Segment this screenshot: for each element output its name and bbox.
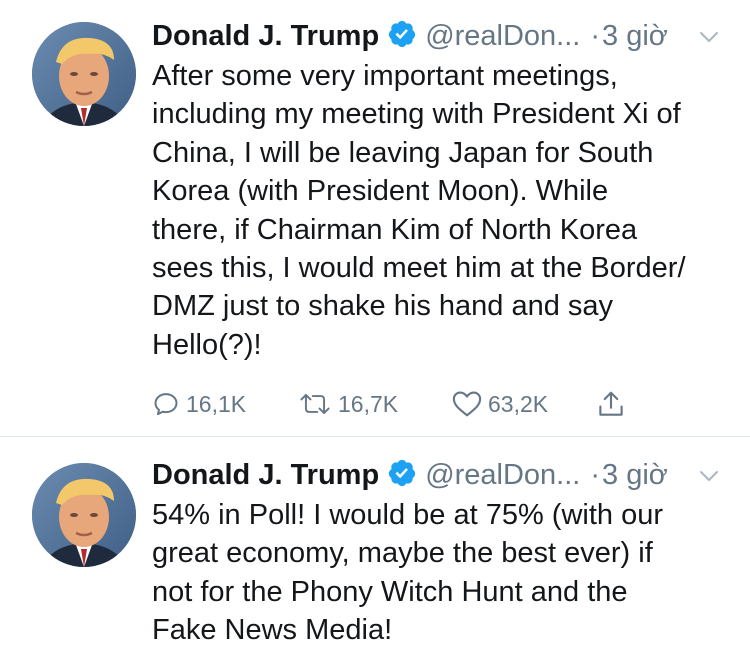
avatar[interactable] <box>32 463 136 567</box>
author-handle[interactable]: @realDon... <box>425 20 580 52</box>
share-button[interactable] <box>596 384 632 424</box>
author-handle[interactable]: @realDon... <box>425 459 580 491</box>
tweet-text-line: 54% in Poll! I would be at 75% (with our <box>152 499 663 531</box>
tweet-text-line: Fake News Media! <box>152 614 393 647</box>
retweet-button[interactable]: 16,7K <box>298 384 398 424</box>
retweet-count: 16,7K <box>338 390 399 417</box>
tweet-actions: 16,1K 16,7K 63,2K <box>152 384 732 424</box>
tweet-text-line: not for the Phony Witch Hunt and the <box>152 575 628 608</box>
tweet-text-line: Hello(?)! <box>152 328 262 361</box>
tweet-content: Donald J. Trump @realDon... ·3 giờ After s… <box>152 14 732 424</box>
tweet-text-line: China, I will be leaving Japan for South <box>152 136 654 169</box>
tweet-content: Donald J. Trump @realDon... ·3 giờ 54% in … <box>152 453 732 650</box>
chevron-down-icon[interactable] <box>698 465 720 487</box>
tweet-text-line: sees this, I would meet him at the Borde… <box>152 252 686 285</box>
tweet-text-line: great economy, maybe the best ever) if <box>152 537 653 570</box>
author-name[interactable]: Donald J. Trump <box>152 20 379 52</box>
chevron-down-icon[interactable] <box>698 26 720 48</box>
tweet-text: After some very important meetings, incl… <box>152 57 732 364</box>
avatar[interactable] <box>32 22 136 126</box>
tweet-text: 54% in Poll! I would be at 75% (with our… <box>152 496 732 650</box>
tweet-text-line: there, if Chairman Kim of North Korea <box>152 213 638 246</box>
tweet-text-line: After some very important meetings, <box>152 60 618 92</box>
tweet-text-line: Korea (with President Moon). While <box>152 175 609 208</box>
tweet-text-line: DMZ just to shake his hand and say <box>152 290 614 323</box>
separator-dot: · <box>590 459 601 491</box>
reply-icon <box>154 393 178 416</box>
reply-button[interactable]: 16,1K <box>152 384 246 424</box>
separator-dot: · <box>590 20 601 52</box>
heart-icon <box>452 391 482 417</box>
verified-badge-icon <box>389 460 416 487</box>
tweet-text-line: including my meeting with President Xi o… <box>152 98 681 131</box>
reply-count: 16,1K <box>186 390 247 417</box>
author-name[interactable]: Donald J. Trump <box>152 459 379 491</box>
like-count: 63,2K <box>488 390 549 417</box>
timestamp[interactable]: 3 giờ <box>602 20 668 52</box>
tweet-header: Donald J. Trump @realDon... ·3 giờ <box>152 14 732 58</box>
share-icon <box>599 391 623 416</box>
timestamp[interactable]: 3 giờ <box>602 459 668 491</box>
verified-badge-icon <box>389 21 416 48</box>
tweet-header: Donald J. Trump @realDon... ·3 giờ <box>152 453 732 497</box>
tweet[interactable]: Donald J. Trump @realDon... ·3 giờ After s… <box>0 0 750 437</box>
tweet[interactable]: Donald J. Trump @realDon... ·3 giờ 54% in … <box>0 437 750 661</box>
like-button[interactable]: 63,2K <box>452 384 548 424</box>
retweet-icon <box>300 394 330 415</box>
